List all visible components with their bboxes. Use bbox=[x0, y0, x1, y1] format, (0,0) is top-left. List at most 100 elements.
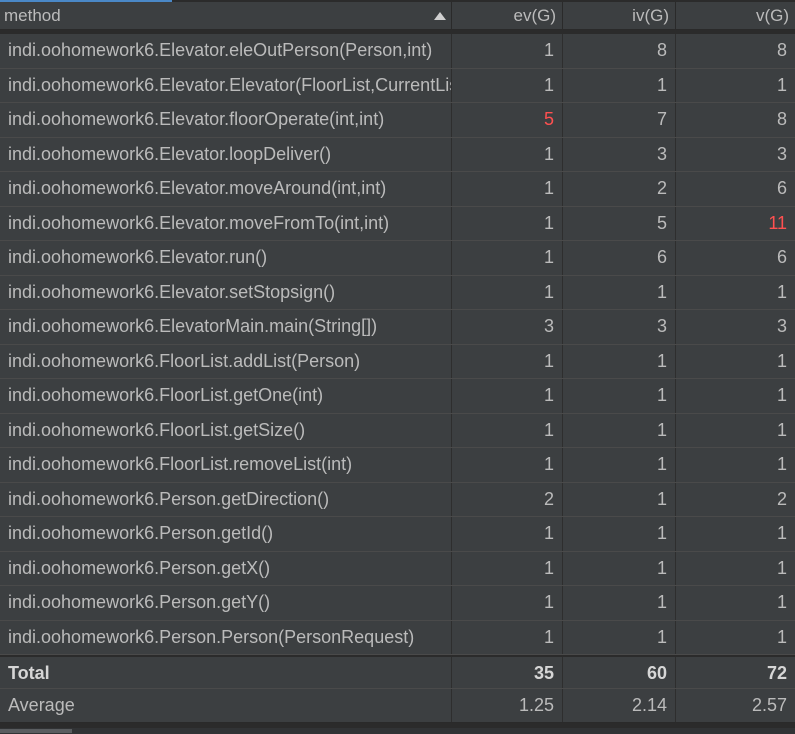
cell-v: 3 bbox=[776, 143, 787, 164]
cell-ev: 1 bbox=[452, 241, 563, 275]
cell-method: indi.oohomework6.Elevator.Elevator(Floor… bbox=[0, 68, 452, 102]
table-row[interactable]: indi.oohomework6.Elevator.moveFromTo(int… bbox=[0, 206, 795, 241]
table-row[interactable]: indi.oohomework6.FloorList.getSize() 1 1 1 bbox=[0, 413, 795, 448]
cell-method: indi.oohomework6.Elevator.loopDeliver() bbox=[0, 137, 452, 171]
cell-v: 1 bbox=[776, 557, 787, 578]
average-v: 2.57 bbox=[751, 695, 787, 715]
table-row[interactable]: indi.oohomework6.Elevator.floorOperate(i… bbox=[0, 103, 795, 138]
cell-method: indi.oohomework6.Person.getDirection() bbox=[0, 482, 452, 516]
total-v: 72 bbox=[766, 663, 787, 683]
cell-iv: 1 bbox=[563, 68, 676, 102]
cell-v: 8 bbox=[776, 40, 787, 60]
cell-ev: 1 bbox=[452, 517, 563, 551]
column-header-ev-label: ev(G) bbox=[513, 6, 557, 25]
table-row[interactable]: indi.oohomework6.ElevatorMain.main(Strin… bbox=[0, 310, 795, 345]
cell-method: indi.oohomework6.FloorList.getOne(int) bbox=[0, 379, 452, 413]
column-header-v[interactable]: v(G) bbox=[676, 2, 795, 30]
cell-ev: 1 bbox=[452, 172, 563, 206]
table-row[interactable]: indi.oohomework6.Person.getY() 1 1 1 bbox=[0, 586, 795, 621]
cell-iv: 1 bbox=[563, 517, 676, 551]
cell-iv: 1 bbox=[563, 586, 676, 620]
cell-v: 1 bbox=[776, 592, 787, 612]
cell-method: indi.oohomework6.ElevatorMain.main(Strin… bbox=[0, 310, 452, 344]
cell-iv: 7 bbox=[563, 103, 676, 137]
table-body: indi.oohomework6.Elevator.eleOutPerson(P… bbox=[0, 34, 795, 655]
table-row[interactable]: indi.oohomework6.Elevator.moveAround(int… bbox=[0, 172, 795, 207]
cell-ev: 1 bbox=[452, 275, 563, 309]
cell-iv: 1 bbox=[563, 448, 676, 482]
table-row[interactable]: indi.oohomework6.Elevator.Elevator(Floor… bbox=[0, 68, 795, 103]
cell-ev: 1 bbox=[452, 34, 563, 68]
table-row[interactable]: indi.oohomework6.FloorList.addList(Perso… bbox=[0, 344, 795, 379]
cell-v: 1 bbox=[776, 281, 787, 302]
cell-iv: 1 bbox=[563, 275, 676, 309]
cell-v: 1 bbox=[776, 523, 787, 543]
table-row[interactable]: indi.oohomework6.FloorList.getOne(int) 1 1… bbox=[0, 379, 795, 414]
cell-ev: 1 bbox=[452, 448, 563, 482]
cell-ev: 1 bbox=[452, 137, 563, 171]
table-row[interactable]: indi.oohomework6.Elevator.loopDeliver() 1… bbox=[0, 137, 795, 172]
cell-method: indi.oohomework6.Elevator.eleOutPerson(P… bbox=[0, 34, 452, 68]
total-iv: 60 bbox=[563, 657, 676, 688]
cell-iv: 1 bbox=[563, 620, 676, 654]
cell-v: 1 bbox=[776, 419, 787, 440]
sort-ascending-icon[interactable] bbox=[434, 12, 446, 20]
total-label: Total bbox=[0, 657, 452, 688]
cell-method: indi.oohomework6.FloorList.addList(Perso… bbox=[0, 344, 452, 378]
table-header: method ev(G) iv(G) v(G) bbox=[0, 2, 795, 30]
total-ev: 35 bbox=[452, 657, 563, 688]
column-header-iv[interactable]: iv(G) bbox=[563, 2, 676, 30]
cell-iv: 1 bbox=[563, 551, 676, 585]
metrics-table: method ev(G) iv(G) v(G) indi.oohomework6… bbox=[0, 2, 795, 723]
cell-iv: 5 bbox=[563, 206, 676, 240]
cell-iv: 3 bbox=[563, 137, 676, 171]
column-header-ev[interactable]: ev(G) bbox=[452, 2, 563, 30]
average-label: Average bbox=[0, 689, 452, 722]
cell-ev: 1 bbox=[452, 551, 563, 585]
cell-ev: 1 bbox=[452, 68, 563, 102]
cell-iv: 2 bbox=[563, 172, 676, 206]
cell-v: 1 bbox=[776, 350, 787, 371]
cell-method: indi.oohomework6.Elevator.run() bbox=[0, 241, 452, 275]
cell-method: indi.oohomework6.FloorList.getSize() bbox=[0, 413, 452, 447]
cell-ev: 1 bbox=[452, 344, 563, 378]
cell-method: indi.oohomework6.Elevator.floorOperate(i… bbox=[0, 103, 452, 137]
table-row[interactable]: indi.oohomework6.Person.Person(PersonReq… bbox=[0, 620, 795, 655]
cell-v: 6 bbox=[776, 247, 787, 267]
cell-method: indi.oohomework6.Elevator.moveAround(int… bbox=[0, 172, 452, 206]
cell-iv: 8 bbox=[563, 34, 676, 68]
horizontal-scrollbar-thumb[interactable] bbox=[0, 729, 72, 733]
cell-iv: 1 bbox=[563, 482, 676, 516]
table-row[interactable]: indi.oohomework6.Person.getId() 1 1 1 bbox=[0, 517, 795, 552]
cell-iv: 1 bbox=[563, 379, 676, 413]
cell-iv: 6 bbox=[563, 241, 676, 275]
table-row[interactable]: indi.oohomework6.Person.getX() 1 1 1 bbox=[0, 551, 795, 586]
cell-ev: 1 bbox=[452, 586, 563, 620]
cell-v: 3 bbox=[776, 316, 787, 336]
cell-ev: 5 bbox=[452, 103, 563, 137]
total-row[interactable]: Total 35 60 72 bbox=[0, 655, 795, 689]
cell-ev: 1 bbox=[452, 413, 563, 447]
cell-iv: 3 bbox=[563, 310, 676, 344]
table-row[interactable]: indi.oohomework6.Elevator.eleOutPerson(P… bbox=[0, 34, 795, 69]
cell-ev: 1 bbox=[452, 206, 563, 240]
cell-ev: 3 bbox=[452, 310, 563, 344]
cell-method: indi.oohomework6.Person.Person(PersonReq… bbox=[0, 620, 452, 654]
cell-v: 1 bbox=[776, 454, 787, 474]
column-header-method[interactable]: method bbox=[0, 2, 452, 30]
cell-method: indi.oohomework6.Elevator.moveFromTo(int… bbox=[0, 206, 452, 240]
cell-v: 1 bbox=[776, 626, 787, 647]
average-row[interactable]: Average 1.25 2.14 2.57 bbox=[0, 689, 795, 723]
cell-v: 1 bbox=[776, 385, 787, 405]
horizontal-scrollbar[interactable] bbox=[0, 728, 795, 734]
table-row[interactable]: indi.oohomework6.Elevator.run() 1 6 6 bbox=[0, 241, 795, 276]
table-row[interactable]: indi.oohomework6.FloorList.removeList(in… bbox=[0, 448, 795, 483]
cell-method: indi.oohomework6.Elevator.setStopsign() bbox=[0, 275, 452, 309]
cell-v: 1 bbox=[776, 74, 787, 95]
table-row[interactable]: indi.oohomework6.Person.getDirection() 2 1… bbox=[0, 482, 795, 517]
table-row[interactable]: indi.oohomework6.Elevator.setStopsign() 1… bbox=[0, 275, 795, 310]
cell-iv: 1 bbox=[563, 344, 676, 378]
column-header-method-label: method bbox=[4, 6, 61, 25]
average-iv: 2.14 bbox=[563, 689, 676, 722]
cell-method: indi.oohomework6.Person.getY() bbox=[0, 586, 452, 620]
